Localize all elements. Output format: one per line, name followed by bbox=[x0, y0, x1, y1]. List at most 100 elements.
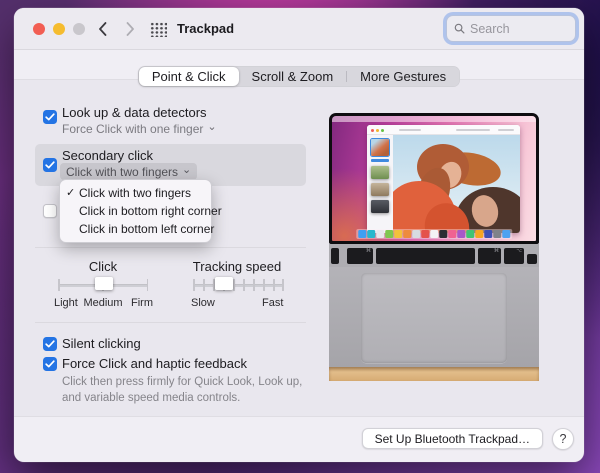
forward-button[interactable] bbox=[120, 19, 140, 39]
tracking-slider-thumb[interactable] bbox=[215, 277, 233, 290]
mini-toolbar-dash bbox=[456, 129, 490, 131]
search-input[interactable] bbox=[470, 22, 560, 36]
mini-dock-icon bbox=[376, 230, 384, 238]
tracking-label-slow: Slow bbox=[191, 297, 215, 309]
checkmark-icon bbox=[45, 113, 55, 121]
silent-clicking-checkbox[interactable] bbox=[43, 337, 57, 351]
mini-dock-icon bbox=[448, 230, 456, 238]
segmented-control: Point & Click Scroll & Zoom More Gesture… bbox=[138, 66, 460, 87]
slider-tick bbox=[243, 279, 245, 291]
slider-tick bbox=[263, 279, 265, 291]
mini-dock-icon bbox=[358, 230, 366, 238]
laptop-keyboard-bottom-row: ⌘ ⌘ ⌥ bbox=[329, 244, 539, 267]
slider-tick bbox=[282, 279, 284, 291]
minimize-button[interactable] bbox=[53, 23, 65, 35]
click-slider[interactable] bbox=[58, 276, 148, 294]
lookup-option-value: Force Click with one finger bbox=[62, 122, 203, 136]
mini-photos-sidebar bbox=[367, 135, 393, 233]
silent-clicking-label: Silent clicking bbox=[62, 336, 141, 351]
slider-tick bbox=[58, 279, 60, 291]
lookup-option-popup[interactable]: Force Click with one finger ⌄ bbox=[62, 122, 217, 136]
mini-dock-icon bbox=[394, 230, 402, 238]
tab-more-gestures[interactable]: More Gestures bbox=[347, 67, 459, 86]
force-click-checkbox[interactable] bbox=[43, 357, 57, 371]
help-button[interactable]: ? bbox=[552, 428, 574, 450]
mini-dock-icon bbox=[439, 230, 447, 238]
secondary-click-label: Secondary click bbox=[62, 148, 153, 163]
mini-dock-icon bbox=[502, 230, 510, 238]
hidden-option-checkbox[interactable] bbox=[43, 204, 57, 218]
mini-dock-icon bbox=[385, 230, 393, 238]
menu-item-label: Click in bottom right corner bbox=[79, 204, 222, 218]
slider-tick bbox=[233, 279, 235, 291]
slider-tick bbox=[273, 279, 275, 291]
mini-key-arrow bbox=[527, 254, 537, 264]
force-click-label: Force Click and haptic feedback bbox=[62, 356, 247, 371]
laptop-wallpaper bbox=[332, 116, 536, 241]
lookup-checkbox[interactable] bbox=[43, 110, 57, 124]
lookup-label: Look up & data detectors bbox=[62, 105, 207, 120]
secondary-click-option-popup[interactable]: Click with two fingers ⌄ bbox=[60, 163, 197, 180]
laptop-screen bbox=[329, 113, 539, 244]
chevron-right-icon bbox=[126, 22, 135, 36]
mini-dock-icon bbox=[457, 230, 465, 238]
mini-dock-icon bbox=[466, 230, 474, 238]
mini-dock-icon bbox=[493, 230, 501, 238]
mini-title-dash bbox=[399, 129, 421, 131]
option-key-icon: ⌥ bbox=[516, 249, 522, 254]
menu-item-label: Click in bottom left corner bbox=[79, 222, 214, 236]
mini-dock-icon bbox=[403, 230, 411, 238]
slider-track[interactable] bbox=[193, 284, 284, 287]
setup-bluetooth-trackpad-button[interactable]: Set Up Bluetooth Trackpad… bbox=[362, 428, 543, 449]
mini-dock-icon bbox=[367, 230, 375, 238]
slider-tick bbox=[203, 279, 205, 291]
show-all-grid-icon[interactable] bbox=[150, 22, 167, 37]
back-button[interactable] bbox=[92, 19, 112, 39]
checkmark-icon bbox=[45, 340, 55, 348]
force-click-description: Click then press firmly for Quick Look, … bbox=[62, 374, 314, 406]
tab-point-and-click[interactable]: Point & Click bbox=[139, 67, 239, 86]
chevron-down-icon: ⌄ bbox=[182, 166, 191, 174]
titlebar: Trackpad bbox=[14, 8, 584, 50]
click-slider-thumb[interactable] bbox=[95, 277, 113, 290]
slider-tick bbox=[193, 279, 195, 291]
close-button[interactable] bbox=[33, 23, 45, 35]
click-tick-label-light: Light bbox=[54, 297, 78, 309]
tab-scroll-and-zoom[interactable]: Scroll & Zoom bbox=[239, 67, 347, 86]
menu-item-label: Click with two fingers bbox=[79, 186, 191, 200]
tracking-label-fast: Fast bbox=[262, 297, 283, 309]
mini-dock-icon bbox=[421, 230, 429, 238]
mini-close-dot bbox=[371, 129, 374, 132]
search-field[interactable] bbox=[446, 15, 576, 42]
slider-tick bbox=[253, 279, 255, 291]
zoom-button[interactable] bbox=[73, 23, 85, 35]
mini-dock-icon bbox=[484, 230, 492, 238]
mini-photo-thumb bbox=[371, 200, 389, 213]
window-title: Trackpad bbox=[177, 21, 234, 36]
chevron-left-icon bbox=[98, 22, 107, 36]
mini-key-option: ⌥ bbox=[504, 248, 524, 264]
section-divider bbox=[35, 322, 306, 323]
secondary-click-option-value: Click with two fingers bbox=[66, 165, 178, 179]
secondary-click-menu: ✓ Click with two fingers Click in bottom… bbox=[59, 179, 212, 243]
secondary-click-checkbox[interactable] bbox=[43, 158, 57, 172]
tracking-speed-slider[interactable] bbox=[193, 276, 284, 294]
macbook-illustration: ⌘ ⌘ ⌥ bbox=[329, 113, 539, 381]
menu-item-bottom-right[interactable]: Click in bottom right corner bbox=[60, 202, 211, 220]
checkmark-icon bbox=[45, 161, 55, 169]
slider-tick bbox=[147, 279, 149, 291]
checkmark-icon bbox=[45, 360, 55, 368]
menu-item-bottom-left[interactable]: Click in bottom left corner bbox=[60, 220, 211, 238]
mini-key-command-left: ⌘ bbox=[347, 248, 373, 264]
command-key-icon: ⌘ bbox=[494, 249, 499, 254]
menu-item-two-fingers[interactable]: ✓ Click with two fingers bbox=[60, 184, 211, 202]
mini-key bbox=[331, 248, 339, 264]
trackpad-surface bbox=[361, 273, 507, 363]
command-key-icon: ⌘ bbox=[366, 249, 371, 254]
tracking-slider-title: Tracking speed bbox=[182, 259, 292, 274]
trackpad-preview-video: ⌘ ⌘ ⌥ bbox=[322, 88, 578, 388]
mini-menubar bbox=[332, 116, 536, 122]
mini-dock-icon bbox=[430, 230, 438, 238]
mini-zoom-dot bbox=[381, 129, 384, 132]
mini-key-command-right: ⌘ bbox=[478, 248, 501, 264]
